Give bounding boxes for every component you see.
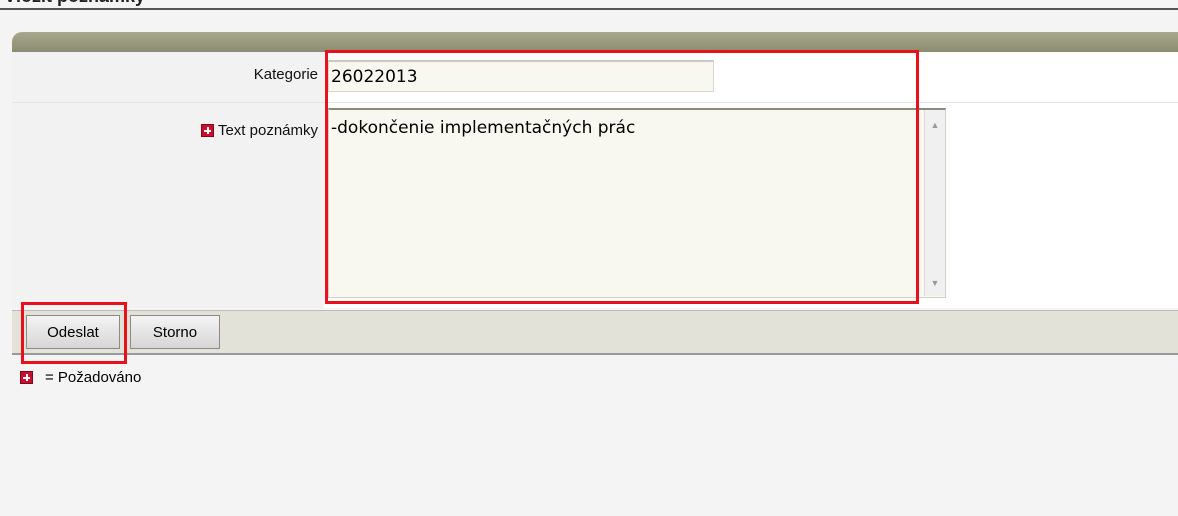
scroll-up-arrow-icon[interactable]: ▲ bbox=[925, 116, 945, 134]
form-header-bar bbox=[12, 32, 1178, 52]
fields-highlight-box bbox=[325, 50, 919, 304]
page-title: Vložit poznámky bbox=[4, 0, 145, 8]
required-legend: = Požadováno bbox=[20, 369, 141, 386]
submit-highlight-box bbox=[21, 302, 127, 364]
scroll-down-arrow-icon[interactable]: ▼ bbox=[925, 274, 945, 292]
text-poznamky-label: Text poznámky bbox=[217, 122, 318, 139]
kategorie-label: Kategorie bbox=[253, 66, 318, 83]
required-legend-text: = Požadováno bbox=[45, 369, 142, 386]
required-icon bbox=[200, 124, 214, 137]
title-divider bbox=[0, 8, 1178, 10]
storno-button[interactable]: Storno bbox=[130, 315, 220, 349]
text-label-group: Text poznámky bbox=[200, 122, 318, 139]
textarea-scrollbar[interactable]: ▲ ▼ bbox=[924, 110, 945, 296]
required-icon bbox=[20, 371, 33, 384]
button-bar: Odeslat Storno bbox=[12, 310, 1178, 355]
